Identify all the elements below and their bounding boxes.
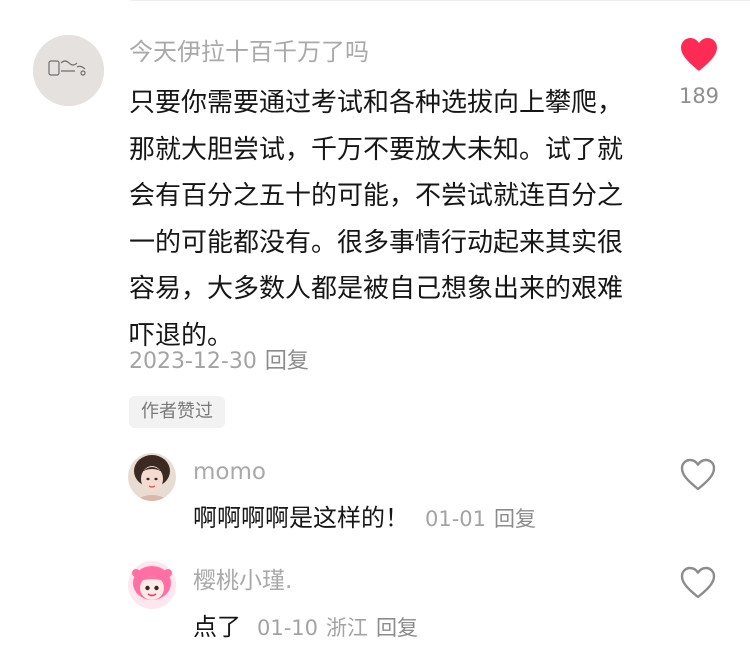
like-button[interactable] (680, 566, 716, 600)
divider (130, 0, 750, 1)
like-button[interactable] (680, 458, 716, 492)
reply-meta: 01-10 浙江 (257, 616, 368, 640)
comment-date: 2023-12-30 (129, 349, 257, 374)
heart-outline-icon (680, 566, 716, 599)
like-button[interactable] (680, 37, 718, 73)
reply-button[interactable]: 回复 (494, 507, 536, 531)
reply-content: 啊啊啊啊是这样的！ 01-01 回复 (193, 501, 536, 536)
avatar[interactable] (33, 35, 104, 106)
comment-username[interactable]: 今天伊拉十百千万了吗 (129, 35, 369, 69)
reply-content: 点了 01-10 浙江 回复 (193, 610, 418, 645)
reply-date: 01-01 (425, 507, 487, 531)
reply-button[interactable]: 回复 (376, 616, 418, 640)
like-count: 189 (678, 84, 720, 108)
reply-avatar[interactable] (128, 561, 176, 609)
reply-location: 浙江 (326, 616, 369, 640)
reply-button[interactable]: 回复 (265, 349, 309, 374)
reply-text: 点了 (193, 613, 241, 641)
reply-date: 01-10 (257, 616, 319, 640)
bottom-fade (0, 647, 750, 667)
reply-avatar[interactable] (128, 453, 176, 501)
reply-username[interactable]: 樱桃小瑾. (193, 565, 292, 597)
comment-text: 只要你需要通过考试和各种选拔向上攀爬，那就大胆尝试，千万不要放大未知。试了就会有… (129, 88, 624, 351)
reply-username[interactable]: momo (193, 456, 266, 488)
heart-filled-icon (681, 38, 717, 71)
heart-outline-icon (680, 458, 716, 491)
author-liked-badge: 作者赞过 (129, 396, 225, 428)
reply-text: 啊啊啊啊是这样的！ (193, 504, 409, 532)
comment-meta: 2023-12-30 回复 (129, 345, 309, 379)
